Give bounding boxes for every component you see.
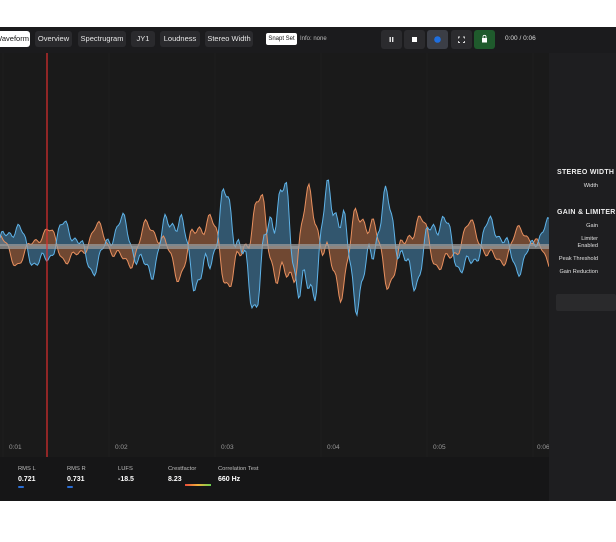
rms-right-meter [67, 486, 73, 488]
tab-stereo-width[interactable]: Stereo Width [205, 31, 253, 47]
peak-threshold-label[interactable]: Peak Threshold [548, 256, 598, 263]
waveform-view[interactable]: 0:01 0:02 0:03 0:04 0:05 0:06 [0, 53, 550, 457]
tab-spectrogram[interactable]: Spectrugram [78, 31, 126, 47]
gain-reduction-label: Gain Reduction [559, 269, 598, 275]
rms-left-meter [18, 486, 24, 488]
lufs-value: -18.5 [118, 476, 134, 483]
rms-right-value: 0.731 [67, 476, 85, 483]
limiter-enabled-label[interactable]: Limiter Enabled [570, 236, 598, 250]
crestfactor-gradient [185, 484, 211, 486]
tab-jy1[interactable]: JY1 [131, 31, 155, 47]
time-tick: 0:03 [221, 444, 234, 451]
time-tick: 0:04 [327, 444, 340, 451]
time-tick: 0:01 [9, 444, 22, 451]
time-readout: 0:00 / 0:06 [505, 35, 536, 42]
fullscreen-button[interactable] [451, 30, 472, 49]
info-status: Info: none [300, 36, 327, 42]
tab-overview[interactable]: Overview [35, 31, 72, 47]
center-line [0, 244, 549, 249]
meter-bar: RMS L 0.721 RMS R 0.731 LUFS -18.5 Crest… [0, 457, 549, 501]
stop-icon [412, 37, 417, 42]
tab-waveform[interactable]: Waveform [0, 31, 30, 47]
pause-icon [389, 37, 394, 42]
fullscreen-icon [458, 36, 465, 43]
correlation-label: Correlation Test [218, 466, 259, 472]
panel-control-slot[interactable] [556, 294, 616, 311]
snapshot-set-button[interactable]: Snapt Set [266, 33, 297, 45]
stereo-width-heading: STEREO WIDTH [557, 169, 615, 176]
rms-left-value: 0.721 [18, 476, 36, 483]
rms-left-label: RMS L [18, 466, 36, 472]
rms-right-label: RMS R [67, 466, 86, 472]
waveform-plot[interactable] [0, 53, 550, 457]
audio-analyzer-window: Waveform Overview Spectrugram JY1 Loudne… [0, 27, 616, 501]
effects-panel: STEREO WIDTH Width GAIN & LIMITER Gain L… [549, 53, 616, 501]
stop-button[interactable] [404, 30, 425, 49]
loop-dot-icon [434, 36, 441, 43]
width-param-label[interactable]: Width [548, 183, 598, 190]
time-tick: 0:06 [537, 444, 550, 451]
loop-button[interactable] [427, 30, 448, 49]
crestfactor-value: 8.23 [168, 476, 182, 483]
time-tick: 0:05 [433, 444, 446, 451]
pause-button[interactable] [381, 30, 402, 49]
crestfactor-label: Crestfactor [168, 466, 197, 472]
top-toolbar: Waveform Overview Spectrugram JY1 Loudne… [0, 27, 616, 54]
record-button[interactable] [474, 30, 495, 49]
record-icon [482, 34, 487, 43]
lufs-label: LUFS [118, 466, 133, 472]
correlation-value: 660 Hz [218, 476, 241, 483]
tab-loudness[interactable]: Loudness [160, 31, 200, 47]
gain-limiter-heading: GAIN & LIMITER [557, 209, 616, 216]
gain-param-label[interactable]: Gain [548, 223, 598, 230]
time-tick: 0:02 [115, 444, 128, 451]
